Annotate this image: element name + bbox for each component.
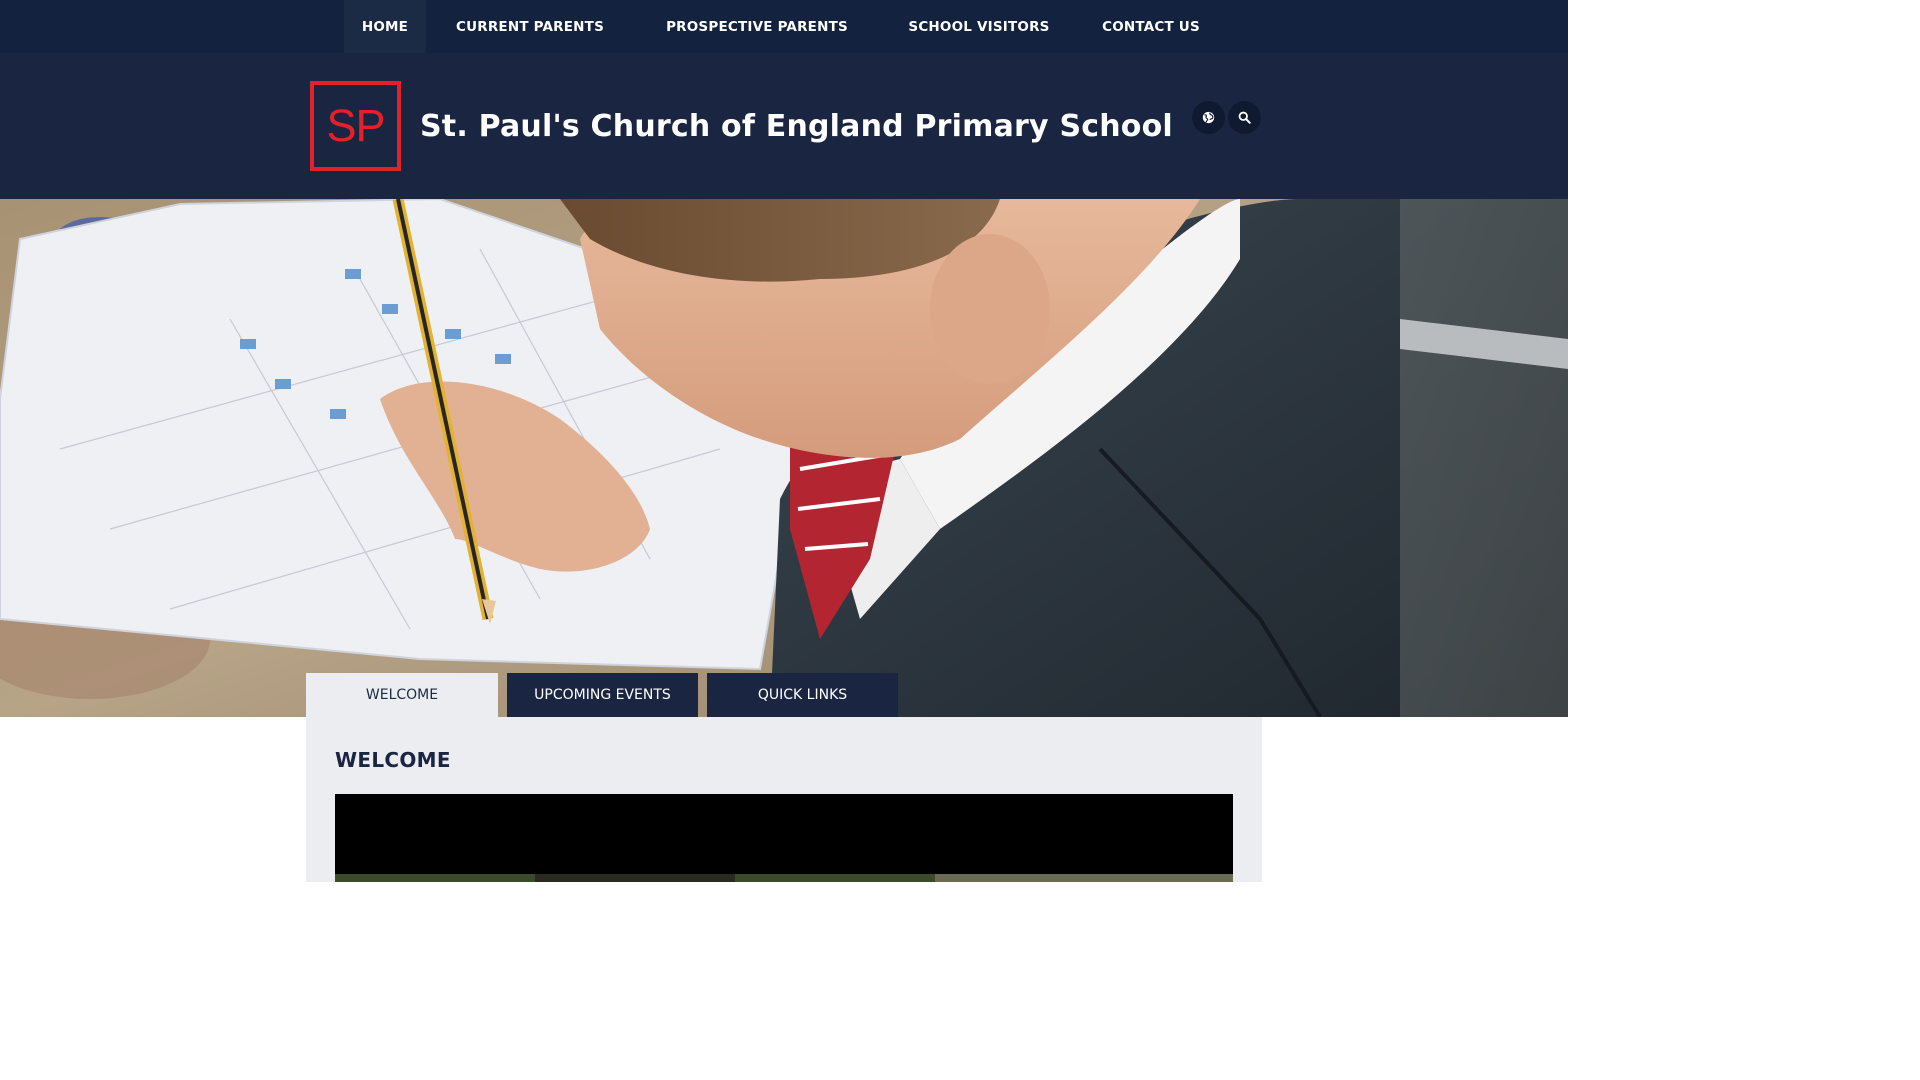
nav-current-parents[interactable]: CURRENT PARENTS [446, 0, 614, 53]
search-icon [1238, 111, 1251, 124]
search-button[interactable] [1228, 101, 1261, 134]
globe-icon [1202, 111, 1215, 124]
tab-quick-links[interactable]: QUICK LINKS [707, 673, 898, 717]
site-header: SP St. Paul's Church of England Primary … [0, 53, 1568, 199]
nav-school-visitors[interactable]: SCHOOL VISITORS [899, 0, 1059, 53]
top-navigation: HOME CURRENT PARENTS PROSPECTIVE PARENTS… [0, 0, 1568, 53]
nav-prospective-parents[interactable]: PROSPECTIVE PARENTS [657, 0, 857, 53]
hero-photo [0, 199, 1568, 717]
welcome-heading: WELCOME [335, 748, 451, 772]
hero-image [0, 199, 1568, 717]
school-name[interactable]: St. Paul's Church of England Primary Sch… [420, 109, 1173, 144]
translate-button[interactable] [1192, 101, 1225, 134]
school-logo[interactable]: SP [310, 81, 401, 171]
video-frame [335, 794, 1233, 882]
nav-home[interactable]: HOME [344, 0, 426, 53]
welcome-video[interactable] [335, 794, 1233, 882]
tab-upcoming-events[interactable]: UPCOMING EVENTS [507, 673, 698, 717]
tab-welcome[interactable]: WELCOME [306, 673, 498, 717]
nav-contact-us[interactable]: CONTACT US [1089, 0, 1213, 53]
